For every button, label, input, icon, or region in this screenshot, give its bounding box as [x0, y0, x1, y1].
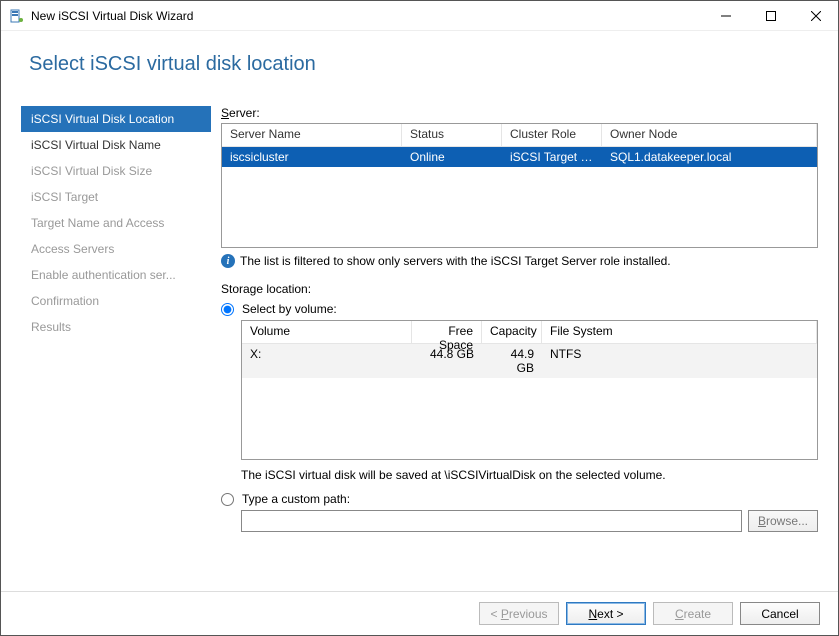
maximize-button[interactable] — [748, 1, 793, 30]
browse-button[interactable]: Browse... — [748, 510, 818, 532]
server-cell-role: iSCSI Target Se... — [502, 147, 602, 167]
next-button[interactable]: Next > — [566, 602, 646, 625]
info-icon: i — [221, 254, 235, 268]
volume-cell-volume: X: — [242, 344, 412, 378]
volume-header-volume[interactable]: Volume — [242, 321, 412, 343]
server-cell-owner: SQL1.datakeeper.local — [602, 147, 817, 167]
page-title: Select iSCSI virtual disk location — [1, 31, 838, 106]
radio-select-volume-label: Select by volume: — [242, 302, 337, 316]
main: iSCSI Virtual Disk Location iSCSI Virtua… — [1, 106, 838, 532]
cancel-button[interactable]: Cancel — [740, 602, 820, 625]
info-line: i The list is filtered to show only serv… — [221, 254, 818, 268]
radio-custom-path[interactable]: Type a custom path: — [221, 492, 818, 506]
titlebar: New iSCSI Virtual Disk Wizard — [1, 1, 838, 31]
step-results: Results — [21, 314, 211, 340]
step-authentication: Enable authentication ser... — [21, 262, 211, 288]
server-cell-status: Online — [402, 147, 502, 167]
previous-button: < Previous — [479, 602, 559, 625]
volume-list[interactable]: Volume Free Space Capacity File System X… — [241, 320, 818, 460]
minimize-button[interactable] — [703, 1, 748, 30]
step-target-access: Target Name and Access — [21, 210, 211, 236]
server-cell-name: iscsicluster — [222, 147, 402, 167]
info-text: The list is filtered to show only server… — [240, 254, 671, 268]
radio-custom-path-input[interactable] — [221, 493, 234, 506]
server-header-owner[interactable]: Owner Node — [602, 124, 817, 146]
volume-row[interactable]: X: 44.8 GB 44.9 GB NTFS — [242, 344, 817, 378]
wizard-server-icon — [9, 8, 25, 24]
server-header-row: Server Name Status Cluster Role Owner No… — [222, 124, 817, 147]
server-label: Server: — [221, 106, 818, 120]
custom-path-row: Browse... — [241, 510, 818, 532]
volume-cell-fs: NTFS — [542, 344, 817, 378]
volume-header-capacity[interactable]: Capacity — [482, 321, 542, 343]
volume-cell-capacity: 44.9 GB — [482, 344, 542, 378]
window-controls — [703, 1, 838, 30]
create-button: Create — [653, 602, 733, 625]
volume-cell-free: 44.8 GB — [412, 344, 482, 378]
step-name[interactable]: iSCSI Virtual Disk Name — [21, 132, 211, 158]
window-title: New iSCSI Virtual Disk Wizard — [31, 9, 703, 23]
server-header-role[interactable]: Cluster Role — [502, 124, 602, 146]
wizard-steps: iSCSI Virtual Disk Location iSCSI Virtua… — [21, 106, 221, 532]
volume-note: The iSCSI virtual disk will be saved at … — [241, 468, 818, 482]
radio-custom-path-label: Type a custom path: — [242, 492, 350, 506]
volume-header-row: Volume Free Space Capacity File System — [242, 321, 817, 344]
server-header-status[interactable]: Status — [402, 124, 502, 146]
step-access-servers: Access Servers — [21, 236, 211, 262]
radio-select-volume-input[interactable] — [221, 303, 234, 316]
server-list[interactable]: Server Name Status Cluster Role Owner No… — [221, 123, 818, 248]
server-row[interactable]: iscsicluster Online iSCSI Target Se... S… — [222, 147, 817, 167]
volume-header-fs[interactable]: File System — [542, 321, 817, 343]
step-location[interactable]: iSCSI Virtual Disk Location — [21, 106, 211, 132]
close-button[interactable] — [793, 1, 838, 30]
volume-header-free[interactable]: Free Space — [412, 321, 482, 343]
content: Server: Server Name Status Cluster Role … — [221, 106, 818, 532]
radio-select-volume[interactable]: Select by volume: — [221, 302, 818, 316]
custom-path-input[interactable] — [241, 510, 742, 532]
footer: < Previous Next > Create Cancel — [1, 591, 838, 635]
step-size: iSCSI Virtual Disk Size — [21, 158, 211, 184]
step-confirmation: Confirmation — [21, 288, 211, 314]
storage-location-label: Storage location: — [221, 282, 818, 296]
server-header-name[interactable]: Server Name — [222, 124, 402, 146]
step-target: iSCSI Target — [21, 184, 211, 210]
